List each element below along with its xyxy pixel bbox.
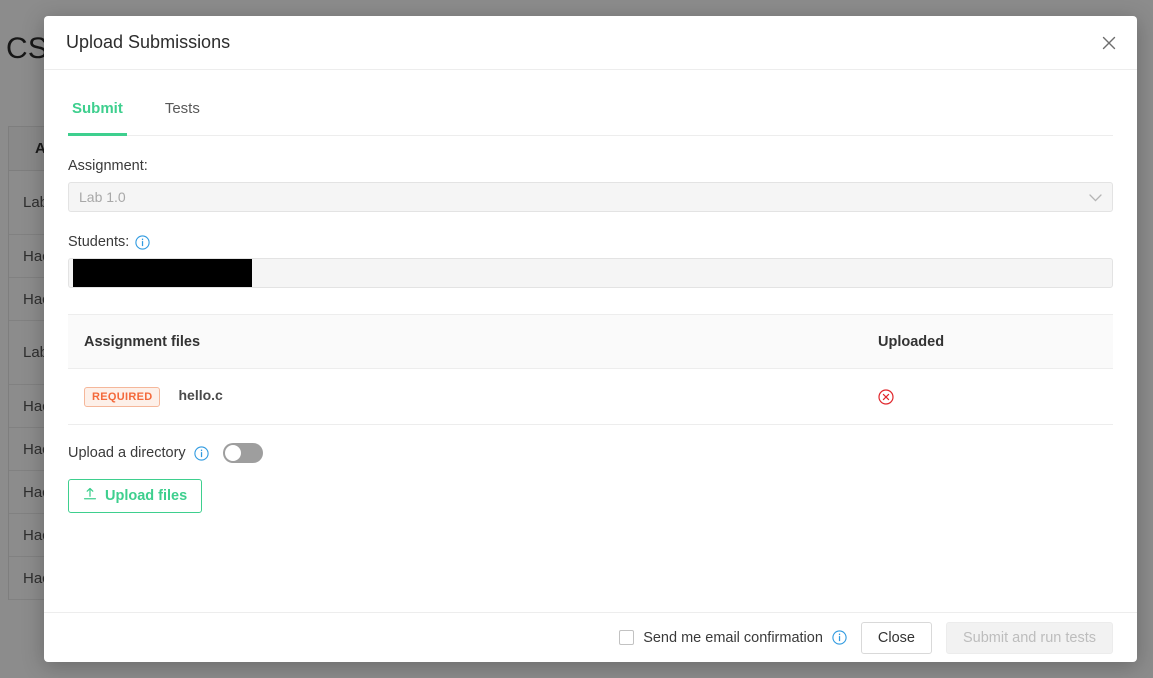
uploaded-cell (878, 388, 1113, 405)
dialog-footer: Send me email confirmation Close Submit … (44, 612, 1137, 662)
students-label: Students: (68, 234, 1113, 250)
upload-icon (83, 487, 97, 505)
file-cell: REQUIRED hello.c (68, 386, 878, 407)
info-icon[interactable] (194, 445, 209, 461)
dialog-tabs: Submit Tests (68, 100, 1113, 136)
email-confirmation-checkbox[interactable] (619, 630, 635, 645)
column-assignment-files: Assignment files (84, 333, 201, 350)
dialog-title: Upload Submissions (66, 32, 231, 52)
assignment-files-table: Assignment files Uploaded REQUIRED hello… (68, 315, 1113, 425)
tab-tests[interactable]: Tests (161, 100, 204, 135)
upload-directory-row: Upload a directory (68, 443, 1113, 463)
email-confirmation-label: Send me email confirmation (643, 629, 823, 646)
file-name: hello.c (178, 386, 223, 403)
students-input[interactable] (68, 258, 1113, 288)
students-label-text: Students: (68, 234, 130, 250)
toggle-knob (224, 445, 241, 461)
status-badge: REQUIRED (84, 386, 161, 407)
tab-submit[interactable]: Submit (68, 100, 127, 136)
upload-files-label: Upload files (105, 488, 188, 504)
files-table-header: Assignment files Uploaded (68, 315, 1113, 369)
info-icon[interactable] (135, 234, 150, 250)
assignment-label-text: Assignment: (68, 158, 148, 174)
students-redaction-bar (73, 259, 252, 287)
chevron-down-icon (1089, 189, 1102, 205)
upload-directory-label: Upload a directory (68, 445, 186, 461)
email-confirmation-group: Send me email confirmation (619, 630, 847, 646)
assignment-select-value: Lab 1.0 (79, 189, 126, 205)
upload-files-button[interactable]: Upload files (68, 479, 203, 513)
close-button[interactable]: Close (860, 621, 932, 654)
assignment-label: Assignment: (68, 158, 1113, 174)
close-icon[interactable] (1095, 29, 1123, 57)
dialog-header: Upload Submissions (44, 16, 1137, 70)
column-uploaded: Uploaded (878, 333, 945, 350)
table-row: REQUIRED hello.c (68, 369, 1113, 425)
error-circle-icon (878, 388, 1113, 405)
upload-directory-toggle[interactable] (222, 443, 263, 463)
upload-submissions-dialog: Upload Submissions Submit Tests Assignme… (44, 16, 1137, 662)
dialog-body: Submit Tests Assignment: Lab 1.0 Student… (44, 70, 1137, 612)
submit-and-run-tests-button: Submit and run tests (946, 621, 1113, 654)
assignment-select[interactable]: Lab 1.0 (68, 182, 1113, 212)
info-icon[interactable] (832, 630, 847, 645)
